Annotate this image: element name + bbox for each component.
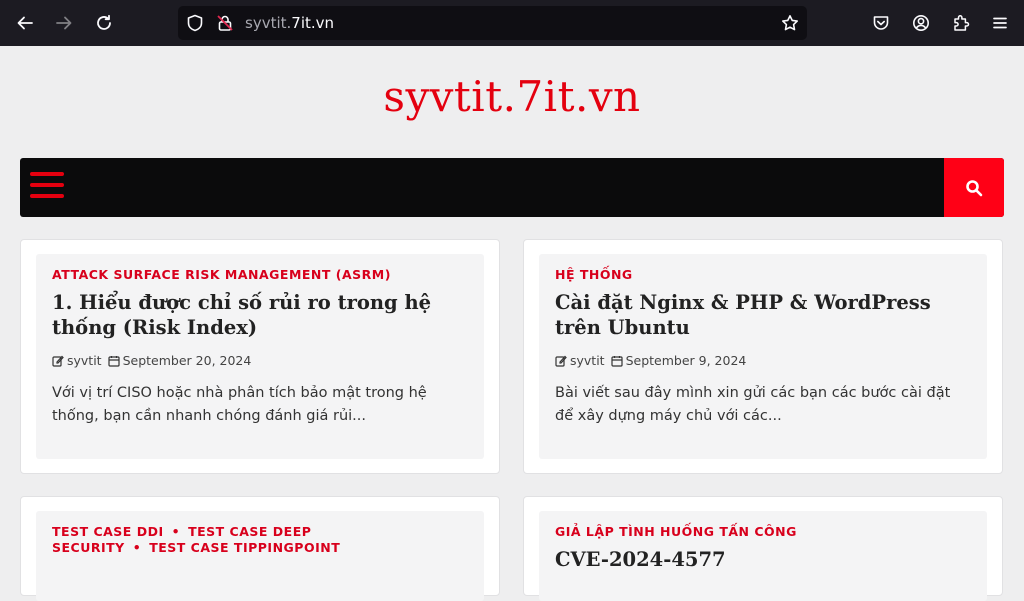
post-title[interactable]: Cài đặt Nginx & PHP & WordPress trên Ubu…: [555, 290, 971, 340]
app-menu-button[interactable]: [988, 11, 1012, 35]
insecure-lock-icon[interactable]: [216, 14, 234, 32]
site-title[interactable]: syvtit.7it.vn: [0, 72, 1024, 121]
post-card-body: TEST CASE DDI • TEST CASE DEEP SECURITY • TE…: [36, 511, 484, 601]
calendar-icon: [610, 355, 623, 367]
account-icon: [913, 15, 929, 31]
category-link[interactable]: HỆ THỐNG: [555, 267, 633, 282]
search-icon: [966, 179, 983, 196]
post-author[interactable]: syvtit: [67, 353, 102, 368]
post-title[interactable]: CVE-2024-4577: [555, 547, 971, 572]
url-host-main: 7it.vn: [291, 14, 335, 32]
pocket-button[interactable]: [869, 11, 893, 35]
category-link[interactable]: TEST CASE TIPPINGPOINT: [149, 540, 340, 555]
category-separator: •: [132, 540, 142, 555]
post-card-body: HỆ THỐNG Cài đặt Nginx & PHP & WordPress…: [539, 254, 987, 459]
url-host-dim: syvtit.: [245, 14, 292, 32]
post-card-body: GIẢ LẬP TÌNH HUỐNG TẤN CÔNG CVE-2024-457…: [539, 511, 987, 601]
post-author[interactable]: syvtit: [570, 353, 605, 368]
hamburger-icon: [30, 172, 64, 176]
menu-toggle-button[interactable]: [30, 170, 66, 204]
post-card-body: ATTACK SURFACE RISK MANAGEMENT (ASRM) 1.…: [36, 254, 484, 459]
post-title[interactable]: 1. Hiểu được chỉ số rủi ro trong hệ thốn…: [52, 290, 468, 340]
post-meta: syvtit September 20, 2024: [52, 353, 468, 368]
post-category: TEST CASE DDI • TEST CASE DEEP SECURITY • TE…: [52, 524, 374, 556]
hamburger-icon-line: [30, 183, 64, 187]
url-bar[interactable]: syvtit.7it.vn: [178, 6, 807, 40]
post-card: TEST CASE DDI • TEST CASE DEEP SECURITY • TE…: [20, 496, 500, 601]
puzzle-icon: [954, 15, 970, 31]
edit-icon: [555, 355, 567, 367]
edit-icon: [52, 355, 64, 367]
category-link[interactable]: GIẢ LẬP TÌNH HUỐNG TẤN CÔNG: [555, 524, 797, 539]
reload-button[interactable]: [92, 11, 116, 35]
category-separator: •: [171, 524, 181, 539]
category-link[interactable]: TEST CASE DDI: [52, 524, 164, 539]
post-card: HỆ THỐNG Cài đặt Nginx & PHP & WordPress…: [523, 239, 1003, 474]
account-button[interactable]: [909, 11, 933, 35]
browser-toolbar: syvtit.7it.vn: [0, 0, 1024, 46]
post-date[interactable]: September 9, 2024: [626, 353, 747, 368]
post-excerpt: Bài viết sau đây mình xin gửi các bạn cá…: [555, 385, 951, 424]
post-meta: syvtit September 9, 2024: [555, 353, 971, 368]
hamburger-icon: [993, 17, 1007, 29]
post-category: HỆ THỐNG: [555, 267, 971, 283]
post-category: GIẢ LẬP TÌNH HUỐNG TẤN CÔNG: [555, 524, 971, 540]
hamburger-icon-line: [30, 194, 64, 198]
url-text[interactable]: syvtit.7it.vn: [245, 14, 334, 32]
extensions-button[interactable]: [949, 11, 973, 35]
search-button[interactable]: [944, 158, 1004, 217]
reload-icon: [97, 14, 111, 30]
pocket-icon: [873, 16, 889, 30]
post-date[interactable]: September 20, 2024: [123, 353, 252, 368]
post-category: ATTACK SURFACE RISK MANAGEMENT (ASRM): [52, 267, 468, 283]
back-button[interactable]: [13, 11, 37, 35]
post-card: GIẢ LẬP TÌNH HUỐNG TẤN CÔNG CVE-2024-457…: [523, 496, 1003, 601]
calendar-icon: [107, 355, 120, 367]
star-icon[interactable]: [781, 14, 799, 32]
post-excerpt: Với vị trí CISO hoặc nhà phân tích bảo m…: [52, 385, 427, 424]
forward-button[interactable]: [52, 11, 76, 35]
arrow-right-icon: [56, 16, 72, 30]
shield-icon[interactable]: [186, 14, 204, 32]
post-card: ATTACK SURFACE RISK MANAGEMENT (ASRM) 1.…: [20, 239, 500, 474]
arrow-left-icon: [17, 16, 33, 30]
category-link[interactable]: ATTACK SURFACE RISK MANAGEMENT (ASRM): [52, 267, 391, 282]
main-navigation-bar: [20, 158, 1004, 217]
